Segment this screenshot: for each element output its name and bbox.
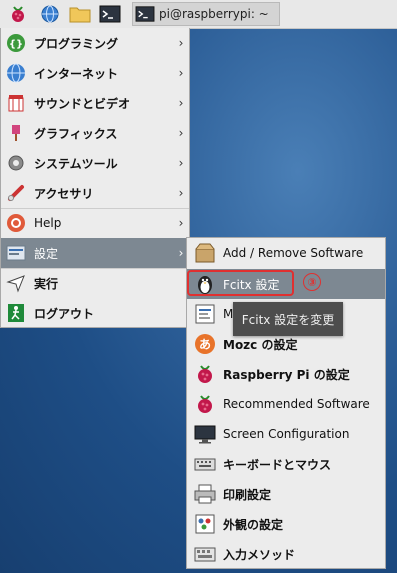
submenu-item-recommended-software[interactable]: Recommended Software [187, 389, 385, 419]
step-number-badge: ③ [303, 273, 321, 291]
keyboard-icon [194, 458, 216, 471]
application-menu: {} プログラミング › インターネット › サウンドとビデオ › グラフィック… [0, 28, 190, 328]
chevron-right-icon: › [178, 126, 184, 140]
help-icon [7, 214, 25, 232]
raspberry-icon [198, 365, 212, 383]
menu-item-accessories[interactable]: アクセサリ › [1, 178, 189, 208]
terminal-icon [135, 6, 155, 22]
settings-form-icon [195, 304, 215, 324]
submenu-item-add-remove-software[interactable]: Add / Remove Software [187, 238, 385, 268]
chevron-right-icon: › [178, 156, 184, 170]
submenu-item-print-settings[interactable]: 印刷設定 [187, 479, 385, 509]
file-manager-launcher[interactable] [68, 2, 92, 26]
browser-launcher[interactable] [38, 2, 62, 26]
chevron-right-icon: › [178, 66, 184, 80]
tooltip: Fcitx 設定を変更 [233, 302, 343, 336]
run-icon [6, 275, 25, 293]
menu-item-system-tools[interactable]: システムツール › [1, 148, 189, 178]
submenu-item-keyboard-mouse[interactable]: キーボードとマウス [187, 449, 385, 479]
menu-item-internet[interactable]: インターネット › [1, 58, 189, 88]
svg-text:あ: あ [199, 338, 211, 352]
terminal-task-title: pi@raspberrypi: ~ [159, 7, 269, 21]
programming-icon: {} [7, 34, 25, 52]
submenu-item-raspberry-pi-config[interactable]: Raspberry Pi の設定 [187, 359, 385, 389]
folder-icon [69, 7, 91, 23]
preferences-icon [6, 245, 26, 261]
internet-icon [7, 63, 25, 83]
input-method-keyboard-icon [194, 547, 216, 562]
logout-icon [8, 304, 24, 322]
printer-icon [194, 484, 216, 504]
appearance-icon [195, 514, 215, 534]
mozc-icon: あ [195, 334, 215, 354]
fcitx-highlight-box [187, 270, 294, 296]
menu-item-preferences[interactable]: 設定 › [1, 238, 189, 268]
sound-video-icon [8, 95, 24, 112]
raspberry-menu-button[interactable] [6, 2, 30, 26]
globe-icon [41, 5, 59, 23]
chevron-right-icon: › [178, 186, 184, 200]
menu-item-graphics[interactable]: グラフィックス › [1, 118, 189, 148]
chevron-right-icon: › [178, 96, 184, 110]
package-icon [195, 243, 215, 263]
chevron-right-icon: › [178, 216, 184, 230]
submenu-item-appearance-settings[interactable]: 外観の設定 [187, 509, 385, 539]
monitor-icon [194, 425, 216, 444]
menu-item-logout[interactable]: ログアウト [1, 298, 189, 328]
menu-item-run[interactable]: 実行 [1, 268, 189, 298]
system-tools-icon [8, 155, 24, 171]
submenu-item-input-method[interactable]: 入力メソッド [187, 539, 385, 569]
raspberry-icon [198, 395, 212, 413]
svg-text:{}: {} [9, 39, 23, 50]
menu-item-programming[interactable]: {} プログラミング › [1, 28, 189, 58]
terminal-icon [99, 5, 121, 23]
submenu-item-screen-configuration[interactable]: Screen Configuration [187, 419, 385, 449]
menu-item-help[interactable]: Help › [1, 208, 189, 238]
accessories-icon [8, 185, 24, 201]
chevron-right-icon: › [178, 36, 184, 50]
terminal-launcher[interactable] [98, 2, 122, 26]
menu-item-sound-video[interactable]: サウンドとビデオ › [1, 88, 189, 118]
terminal-task-button[interactable]: pi@raspberrypi: ~ [132, 2, 280, 26]
graphics-icon [12, 125, 20, 141]
taskbar: pi@raspberrypi: ~ [0, 0, 397, 29]
raspberry-icon [12, 6, 24, 22]
